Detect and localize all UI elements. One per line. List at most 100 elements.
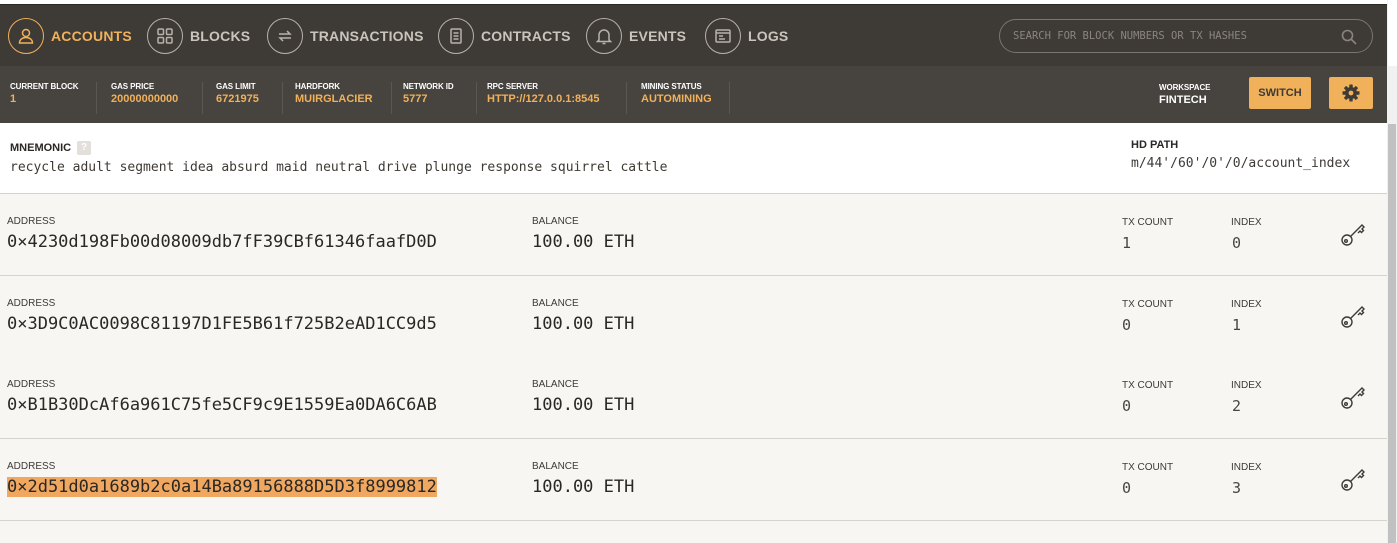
- key-icon[interactable]: [1339, 383, 1367, 411]
- current-block-label: CURRENT BLOCK: [10, 82, 79, 91]
- workspace-info: WORKSPACE FINTECH: [1159, 83, 1211, 106]
- account-address-selected[interactable]: 0×2d51d0a1689b2c0a14Ba89156888D5D3f89998…: [7, 477, 437, 497]
- mnemonic-label: MNEMONIC: [10, 142, 72, 154]
- index-value: 2: [1232, 397, 1242, 415]
- gas-price-label: GAS PRICE: [111, 82, 155, 91]
- nav-blocks-label: BLOCKS: [190, 28, 251, 44]
- document-icon: [438, 18, 474, 54]
- tx-count-label: TX COUNT: [1122, 217, 1174, 228]
- index-label: INDEX: [1231, 217, 1262, 228]
- key-icon[interactable]: [1339, 465, 1367, 493]
- stat-gas-limit: GAS LIMIT 6721975: [206, 82, 283, 114]
- balance-label: BALANCE: [532, 461, 579, 472]
- nav-contracts[interactable]: CONTRACTS: [438, 17, 571, 55]
- address-label: ADDRESS: [7, 216, 56, 227]
- nav-accounts[interactable]: ACCOUNTS: [8, 17, 132, 55]
- balance-label: BALANCE: [532, 379, 579, 390]
- help-icon[interactable]: ?: [77, 141, 92, 155]
- mnemonic-panel: MNEMONIC ? recycle adult segment idea ab…: [0, 123, 1387, 194]
- nav-logs-label: LOGS: [748, 28, 789, 44]
- account-row: ADDRESS 0×B1B30DcAf6a961C75fe5CF9c9E1559…: [0, 357, 1387, 439]
- tx-count-label: TX COUNT: [1122, 380, 1174, 391]
- nav-contracts-label: CONTRACTS: [481, 28, 571, 44]
- hd-path-label: HD PATH: [1131, 139, 1179, 151]
- hardfork-label: HARDFORK: [295, 82, 340, 91]
- current-block-value: 1: [10, 93, 17, 105]
- account-balance: 100.00 ETH: [532, 232, 635, 252]
- search-box: [999, 19, 1373, 53]
- stat-hardfork: HARDFORK MUIRGLACIER: [285, 82, 392, 114]
- balance-label: BALANCE: [532, 298, 579, 309]
- network-id-label: NETWORK ID: [403, 82, 454, 91]
- index-value: 3: [1232, 479, 1242, 497]
- hd-path-value: m/44'/60'/0'/0/account_index: [1131, 156, 1351, 171]
- index-value: 1: [1232, 316, 1242, 334]
- account-address[interactable]: 0×4230d198Fb00d08009db7fF39CBf61346faafD…: [7, 232, 437, 252]
- stat-gas-price: GAS PRICE 20000000000: [101, 82, 203, 114]
- network-id-value: 5777: [403, 93, 428, 105]
- account-address[interactable]: 0×B1B30DcAf6a961C75fe5CF9c9E1559Ea0DA6C6…: [7, 395, 437, 415]
- bell-icon: [586, 18, 622, 54]
- tx-count-label: TX COUNT: [1122, 299, 1174, 310]
- search-input[interactable]: [1013, 30, 1333, 42]
- tx-count-value: 0: [1122, 316, 1132, 334]
- key-icon[interactable]: [1339, 220, 1367, 248]
- rpc-server-value: HTTP://127.0.0.1:8545: [487, 93, 600, 105]
- settings-button[interactable]: [1329, 77, 1373, 109]
- tx-count-value: 0: [1122, 397, 1132, 415]
- account-balance: 100.00 ETH: [532, 395, 635, 415]
- nav-transactions[interactable]: TRANSACTIONS: [267, 17, 424, 55]
- top-navigation: ACCOUNTS BLOCKS TRANSACTIONS CONTRACTS E…: [0, 4, 1387, 66]
- terminal-icon: [705, 18, 741, 54]
- nav-events-label: EVENTS: [629, 28, 687, 44]
- stat-network-id: NETWORK ID 5777: [393, 82, 477, 114]
- nav-events[interactable]: EVENTS: [586, 17, 686, 55]
- gear-icon: [1342, 84, 1360, 102]
- account-row: ADDRESS 0×3D9C0AC0098C81197D1FE5B61f725B…: [0, 276, 1387, 358]
- account-row: ADDRESS 0×2d51d0a1689b2c0a14Ba89156888D5…: [0, 439, 1387, 521]
- window-edge: [1388, 0, 1397, 66]
- grid-icon: [147, 18, 183, 54]
- index-label: INDEX: [1231, 380, 1262, 391]
- workspace-value: FINTECH: [1159, 94, 1207, 106]
- tx-count-value: 0: [1122, 479, 1132, 497]
- index-value: 0: [1232, 234, 1242, 252]
- account-list: ADDRESS 0×4230d198Fb00d08009db7fF39CBf61…: [0, 194, 1387, 543]
- tx-count-label: TX COUNT: [1122, 462, 1174, 473]
- account-balance: 100.00 ETH: [532, 477, 635, 497]
- index-label: INDEX: [1231, 299, 1262, 310]
- gas-limit-value: 6721975: [216, 93, 259, 105]
- gas-price-value: 20000000000: [111, 93, 179, 105]
- workspace-label: WORKSPACE: [1159, 83, 1211, 92]
- nav-transactions-label: TRANSACTIONS: [310, 28, 424, 44]
- mining-status-label: MINING STATUS: [641, 82, 702, 91]
- index-label: INDEX: [1231, 462, 1262, 473]
- switch-workspace-button[interactable]: SWITCH: [1249, 77, 1311, 109]
- stat-rpc-server: RPC SERVER HTTP://127.0.0.1:8545: [477, 82, 627, 114]
- account-address[interactable]: 0×3D9C0AC0098C81197D1FE5B61f725B2eAD1CC9…: [7, 314, 437, 334]
- gas-limit-label: GAS LIMIT: [216, 82, 256, 91]
- nav-logs[interactable]: LOGS: [705, 17, 788, 55]
- tx-count-value: 1: [1122, 234, 1132, 252]
- nav-blocks[interactable]: BLOCKS: [147, 17, 250, 55]
- mnemonic-heading: MNEMONIC ?: [10, 141, 92, 155]
- account-row: ADDRESS 0×4230d198Fb00d08009db7fF39CBf61…: [0, 194, 1387, 276]
- nav-accounts-label: ACCOUNTS: [51, 28, 132, 44]
- rpc-server-label: RPC SERVER: [487, 82, 538, 91]
- hardfork-value: MUIRGLACIER: [295, 93, 373, 105]
- address-label: ADDRESS: [7, 298, 56, 309]
- key-icon[interactable]: [1339, 302, 1367, 330]
- user-icon: [8, 18, 44, 54]
- status-bar: CURRENT BLOCK 1 GAS PRICE 20000000000 GA…: [0, 66, 1387, 123]
- search-icon[interactable]: [1340, 28, 1358, 46]
- stat-current-block: CURRENT BLOCK 1: [0, 82, 97, 114]
- balance-label: BALANCE: [532, 216, 579, 227]
- scrollbar-thumb[interactable]: [1388, 124, 1396, 543]
- mining-status-value: AUTOMINING: [641, 93, 712, 105]
- stat-mining-status: MINING STATUS AUTOMINING: [631, 82, 730, 114]
- account-balance: 100.00 ETH: [532, 314, 635, 334]
- address-label: ADDRESS: [7, 379, 56, 390]
- mnemonic-words: recycle adult segment idea absurd maid n…: [10, 160, 668, 175]
- address-label: ADDRESS: [7, 461, 56, 472]
- transfer-arrows-icon: [267, 18, 303, 54]
